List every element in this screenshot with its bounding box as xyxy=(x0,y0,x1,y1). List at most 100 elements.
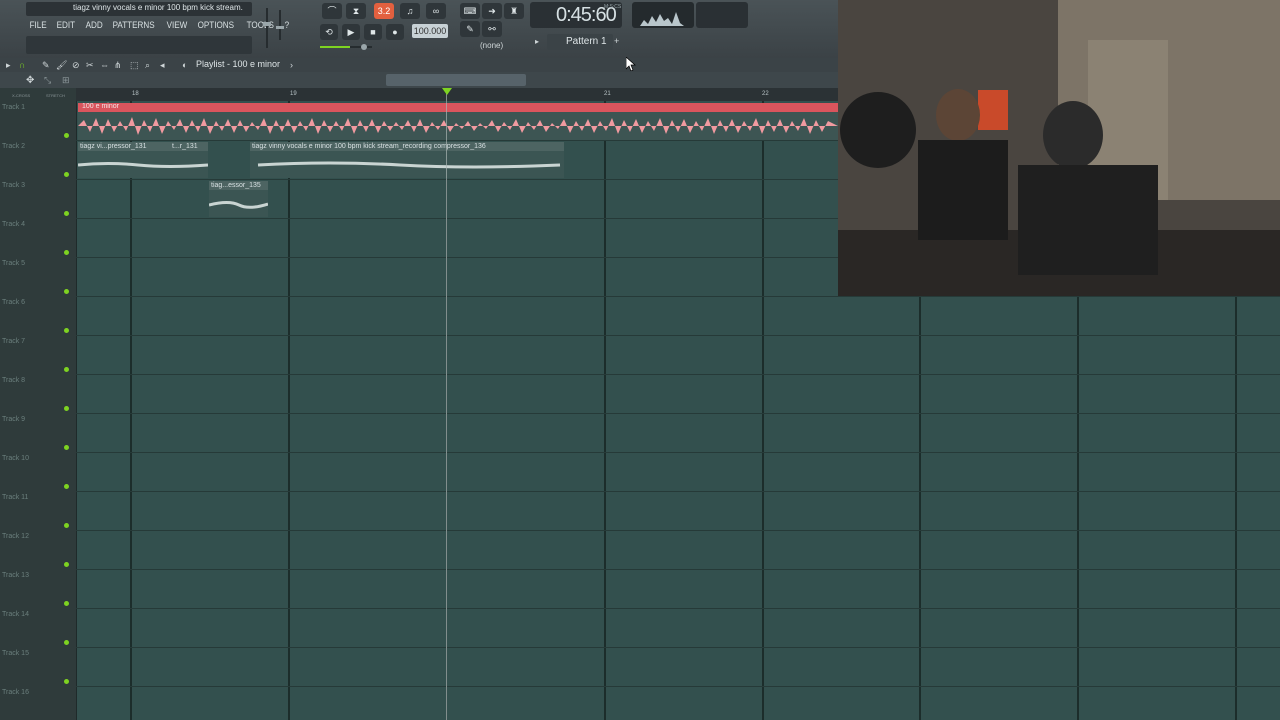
track-label[interactable]: Track 10 xyxy=(2,455,29,462)
metronome-icon[interactable]: ⌒ xyxy=(322,3,342,19)
menu-tools[interactable]: TOOLS xyxy=(243,18,278,32)
wait-icon[interactable]: ⧗ xyxy=(346,3,366,19)
magnet-icon[interactable]: ∩ xyxy=(19,60,25,70)
delete-tool-icon[interactable]: ⊘ xyxy=(72,60,80,71)
resize-icon[interactable]: ⤡ xyxy=(44,75,51,86)
track-label[interactable]: Track 6 xyxy=(2,299,25,306)
track-led[interactable] xyxy=(64,562,69,567)
ruler-tick: 19 xyxy=(290,91,297,97)
mouse-cursor-icon xyxy=(626,57,636,71)
track-led[interactable] xyxy=(64,523,69,528)
piano-icon[interactable]: ⌨ xyxy=(460,3,480,19)
bell-icon[interactable]: ♜ xyxy=(504,3,524,19)
playhead-marker-icon[interactable] xyxy=(442,88,452,95)
slice-tool-icon[interactable]: ⋔ xyxy=(114,60,122,71)
track-led[interactable] xyxy=(64,445,69,450)
track-label[interactable]: Track 12 xyxy=(2,533,29,540)
playlist-menu-arrow-icon[interactable]: › xyxy=(290,60,293,70)
menu-edit[interactable]: EDIT xyxy=(53,18,79,32)
playhead[interactable] xyxy=(446,88,447,720)
menu-view[interactable]: VIEW xyxy=(163,18,191,32)
menu-add[interactable]: ADD xyxy=(82,18,106,32)
track-label[interactable]: Track 11 xyxy=(2,494,28,501)
track-label[interactable]: Track 3 xyxy=(2,182,25,189)
track-led[interactable] xyxy=(64,211,69,216)
select-tool-icon[interactable]: ⬚ xyxy=(130,60,139,71)
link-icon[interactable]: ⚯ xyxy=(482,21,502,37)
pattern-name[interactable]: Pattern 1 xyxy=(566,36,607,47)
playlist-toolbar xyxy=(0,58,838,72)
time-unit: M:S:CS xyxy=(604,4,622,10)
play-button[interactable]: ▶ xyxy=(342,24,360,40)
pencil-icon[interactable]: ✎ xyxy=(460,21,480,37)
audio-clip-header[interactable] xyxy=(78,103,838,112)
track-label[interactable]: Track 4 xyxy=(2,221,25,228)
track-label[interactable]: Track 8 xyxy=(2,377,25,384)
track-label[interactable]: Track 2 xyxy=(2,143,25,150)
zoom-tool-icon[interactable]: ⌕ xyxy=(145,60,150,71)
master-pitch-slider[interactable] xyxy=(275,10,285,40)
window-title: tiagz vinny vocals e minor 100 bpm kick … xyxy=(73,3,243,12)
menu-options[interactable]: OPTIONS xyxy=(194,18,238,32)
xcross-label: X-CROSS xyxy=(12,93,31,98)
prev-pattern-icon[interactable]: ▸ xyxy=(535,37,539,46)
ruler-tick: 21 xyxy=(604,91,611,97)
draw-tool-icon[interactable]: ✎ xyxy=(42,60,50,71)
track-label[interactable]: Track 15 xyxy=(2,650,29,657)
stop-button[interactable]: ■ xyxy=(364,24,382,40)
track-led[interactable] xyxy=(64,250,69,255)
track-led[interactable] xyxy=(64,679,69,684)
cpu-meter xyxy=(696,2,748,28)
stretch-label: STRETCH xyxy=(46,93,65,98)
master-volume-slider[interactable] xyxy=(263,8,271,48)
playback-tool-icon[interactable]: ◂ xyxy=(160,60,165,71)
playlist-title: Playlist - 100 e minor xyxy=(196,59,281,69)
track-led[interactable] xyxy=(64,640,69,645)
track-label[interactable]: Track 1 xyxy=(2,104,25,111)
arrow-right-icon[interactable]: ➜ xyxy=(482,3,502,19)
track-led[interactable] xyxy=(64,172,69,177)
hint-bar xyxy=(26,36,252,54)
track-led[interactable] xyxy=(64,601,69,606)
speaker-icon[interactable]: ◐ xyxy=(182,60,187,70)
record-button[interactable]: ● xyxy=(386,24,404,40)
audio-clip-label: t...r_131 xyxy=(172,143,198,150)
oscilloscope xyxy=(632,2,694,28)
track-label[interactable]: Track 5 xyxy=(2,260,25,267)
menu-patterns[interactable]: PATTERNS xyxy=(109,18,158,32)
audio-clip-label: 100 e minor xyxy=(82,103,119,110)
track-led[interactable] xyxy=(64,367,69,372)
add-pattern-icon[interactable]: + xyxy=(614,36,619,46)
arrow-icon[interactable]: ▸ xyxy=(6,60,11,71)
blend-notes-icon[interactable]: ∞ xyxy=(426,3,446,19)
webcam-overlay xyxy=(838,0,1280,296)
track-led[interactable] xyxy=(64,133,69,138)
menu-file[interactable]: FILE xyxy=(26,18,50,32)
slip-tool-icon[interactable]: ⇔ xyxy=(100,60,109,70)
track-led[interactable] xyxy=(64,406,69,411)
snap-selector[interactable]: (none) xyxy=(480,41,503,50)
track-label[interactable]: Track 14 xyxy=(2,611,29,618)
main-pitch-slider[interactable] xyxy=(320,44,372,50)
move-icon[interactable]: ✥ xyxy=(26,75,34,86)
scrollbar-thumb[interactable] xyxy=(386,74,526,86)
track-label[interactable]: Track 7 xyxy=(2,338,25,345)
paint-tool-icon[interactable]: 🖌 xyxy=(56,60,67,71)
mute-tool-icon[interactable]: ✂ xyxy=(86,60,94,71)
track-label[interactable]: Track 9 xyxy=(2,416,25,423)
track-led[interactable] xyxy=(64,289,69,294)
track-led[interactable] xyxy=(64,328,69,333)
ruler-tick: 18 xyxy=(132,91,139,97)
audio-clip-label: tiagz vinny vocals e minor 100 bpm kick … xyxy=(252,143,486,150)
track-label[interactable]: Track 16 xyxy=(2,689,29,696)
grid-icon[interactable]: ⊞ xyxy=(62,75,70,86)
countdown-icon[interactable]: ♫ xyxy=(400,3,420,19)
menu-bar: FILE EDIT ADD PATTERNS VIEW OPTIONS TOOL… xyxy=(26,18,294,32)
record-mode-button[interactable]: 3.2 xyxy=(374,3,394,19)
audio-clip-waveform[interactable] xyxy=(78,112,838,140)
timeline-ruler[interactable] xyxy=(76,88,838,101)
loop-icon[interactable]: ⟲ xyxy=(320,24,338,40)
track-led[interactable] xyxy=(64,484,69,489)
tempo-field[interactable]: 100.000 xyxy=(412,24,448,38)
track-label[interactable]: Track 13 xyxy=(2,572,29,579)
